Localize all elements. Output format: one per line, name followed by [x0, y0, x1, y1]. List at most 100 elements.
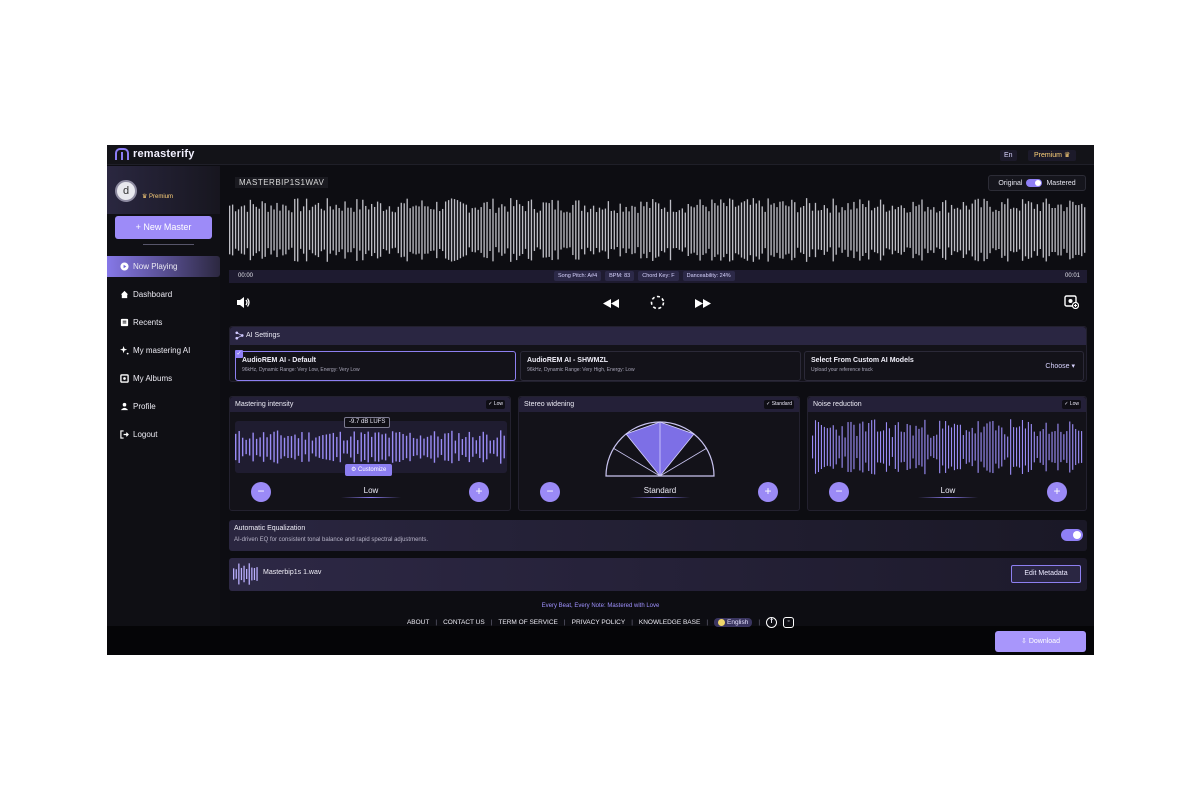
separator: | — [563, 619, 566, 626]
sidebar-item-logout[interactable]: Logout — [107, 424, 220, 445]
rewind-icon[interactable] — [603, 299, 619, 311]
separator: | — [706, 619, 709, 626]
sidebar-item-dashboard[interactable]: Dashboard — [107, 284, 220, 305]
playback-timeline[interactable]: 00:00 Song Pitch: A#4 BPM: 83 Chord Key:… — [229, 270, 1087, 283]
waveform-display[interactable] — [229, 198, 1087, 262]
footer-link-about[interactable]: ABOUT — [407, 619, 429, 626]
intensity-bar — [430, 435, 432, 459]
decrease-noise-button[interactable]: − — [829, 482, 849, 502]
waveform-bar — [578, 200, 580, 260]
intensity-bar — [486, 434, 488, 460]
ai-settings-header[interactable]: AI Settings — [230, 327, 1086, 345]
sidebar-item-recents[interactable]: Recents — [107, 312, 220, 333]
decrease-stereo-button[interactable]: − — [540, 482, 560, 502]
panel-level-badge: ✓ Standard — [764, 400, 794, 409]
waveform-bar — [362, 199, 364, 261]
waveform-bar — [808, 203, 811, 257]
noise-bar — [959, 424, 961, 470]
intensity-bar — [308, 432, 310, 462]
footer-link-privacy[interactable]: PRIVACY POLICY — [572, 619, 626, 626]
sidebar-item-my-albums[interactable]: My Albums — [107, 368, 220, 389]
compare-switch[interactable] — [1026, 179, 1043, 187]
original-mastered-toggle[interactable]: Original Mastered — [988, 175, 1086, 191]
waveform-bar — [921, 199, 923, 261]
instagram-icon[interactable]: ◦ — [783, 617, 795, 628]
waveform-bar — [1084, 207, 1086, 253]
noise-bar — [1057, 423, 1059, 471]
waveform-bar — [504, 206, 506, 254]
premium-badge[interactable]: Premium ♛ — [1028, 150, 1077, 161]
waveform-bar — [971, 203, 973, 257]
model-card-custom[interactable]: Select From Custom AI Models Upload your… — [804, 351, 1084, 381]
intensity-bar — [465, 437, 467, 457]
model-card-shwmzl[interactable]: AudioREM AI - SHWMZL 96kHz, Dynamic Rang… — [520, 351, 801, 381]
model-desc: Upload your reference track — [811, 367, 873, 373]
noise-bar — [906, 423, 908, 471]
waveform-bar — [403, 203, 405, 257]
stereo-width-gauge[interactable] — [605, 419, 715, 477]
auto-eq-toggle[interactable] — [1061, 529, 1083, 541]
noise-bar — [1045, 422, 1047, 472]
decrease-intensity-button[interactable]: − — [251, 482, 271, 502]
waveform-bar — [885, 211, 888, 249]
recents-icon — [120, 318, 129, 327]
waveform-bar — [477, 209, 479, 251]
waveform-bar — [613, 210, 615, 250]
noise-bar — [1066, 431, 1068, 463]
waveform-bar — [841, 207, 843, 253]
add-to-playlist-icon[interactable] — [1064, 295, 1080, 312]
waveform-bar — [356, 199, 358, 261]
file-bar: Masterbip1s 1.wav Edit Metadata — [229, 558, 1087, 591]
noise-bar — [1021, 420, 1024, 474]
waveform-bar — [726, 206, 728, 254]
waveform-bar — [323, 210, 326, 250]
waveform-bar — [279, 210, 281, 250]
footer-language-selector[interactable]: English — [714, 618, 753, 627]
noise-bar — [927, 434, 929, 460]
increase-stereo-button[interactable]: + — [758, 482, 778, 502]
sidebar-item-label: Dashboard — [133, 290, 173, 299]
noise-bar — [1027, 421, 1029, 473]
waveform-bar — [1024, 203, 1027, 257]
new-master-button[interactable]: + New Master — [115, 216, 212, 239]
volume-icon[interactable] — [236, 296, 250, 312]
waveform-bar — [344, 201, 346, 259]
waveform-bar — [773, 203, 775, 257]
model-card-default[interactable]: AudioREM AI - Default 96kHz, Dynamic Ran… — [235, 351, 516, 381]
waveform-bar — [459, 201, 462, 259]
app-logo[interactable]: remasterify — [115, 148, 195, 160]
footer-link-terms[interactable]: TERM OF SERVICE — [498, 619, 557, 626]
intensity-bar — [283, 437, 286, 457]
intensity-bar — [472, 437, 474, 457]
waveform-bar — [1033, 208, 1036, 252]
noise-bar — [1030, 424, 1032, 470]
waveform-bar — [501, 204, 503, 256]
logo-icon — [115, 148, 129, 160]
increase-intensity-button[interactable]: + — [469, 482, 489, 502]
sidebar-item-my-mastering-ai[interactable]: My mastering AI — [107, 340, 220, 361]
noise-bar — [814, 420, 817, 474]
intensity-bar — [280, 435, 282, 459]
waveform-bar — [785, 205, 787, 255]
facebook-icon[interactable]: f — [766, 617, 778, 628]
waveform-bar — [865, 207, 867, 253]
download-button[interactable]: ⇩ Download — [995, 631, 1086, 652]
waveform-bar — [977, 198, 979, 262]
waveform-bar — [660, 208, 663, 252]
edit-metadata-button[interactable]: Edit Metadata — [1011, 565, 1081, 583]
footer-link-knowledge-base[interactable]: KNOWLEDGE BASE — [639, 619, 700, 626]
customize-button[interactable]: ⚙ Customize — [345, 464, 393, 476]
avatar[interactable]: d — [115, 180, 137, 202]
noise-bar — [1010, 419, 1012, 475]
sidebar-item-profile[interactable]: Profile — [107, 396, 220, 417]
intensity-bar — [353, 431, 355, 463]
footer-link-contact[interactable]: CONTACT US — [443, 619, 485, 626]
sidebar-item-now-playing[interactable]: Now Playing — [107, 256, 220, 277]
panel-level-badge: ✓ Low — [486, 400, 505, 409]
increase-noise-button[interactable]: + — [1047, 482, 1067, 502]
waveform-bar — [237, 209, 240, 251]
fast-forward-icon[interactable] — [695, 299, 711, 311]
choose-model-dropdown[interactable]: Choose ▾ — [1045, 362, 1075, 370]
language-selector[interactable]: En — [1000, 150, 1017, 161]
noise-bar — [936, 434, 938, 460]
